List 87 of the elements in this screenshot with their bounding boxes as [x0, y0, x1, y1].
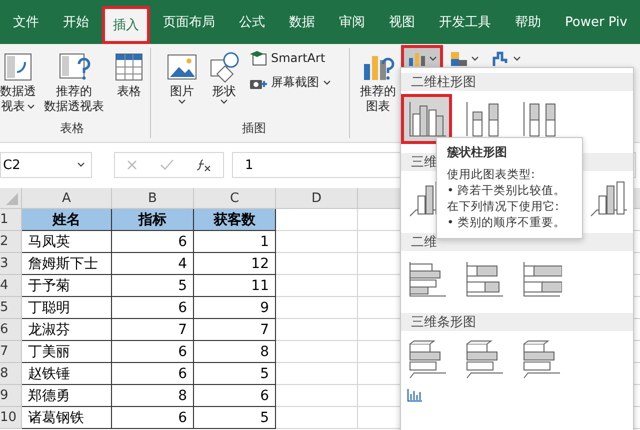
table-cell: 9: [194, 297, 276, 319]
ribbon-button[interactable]: 推荐的 图表: [360, 48, 396, 138]
more-charts-icon[interactable]: [407, 388, 423, 402]
section-header: 三维条形图: [401, 313, 633, 331]
table-cell: 6: [194, 385, 276, 407]
column-header[interactable]: A: [22, 188, 112, 209]
chart-option[interactable]: [404, 97, 449, 141]
ribbon-button[interactable]: 推荐的 数据透视表: [44, 48, 104, 120]
ribbon-button[interactable]: 形状: [207, 48, 241, 120]
ribbon-button[interactable]: 数据透 视表: [0, 48, 36, 120]
column-header[interactable]: C: [194, 188, 276, 209]
row-header[interactable]: 6: [0, 319, 22, 341]
row-header[interactable]: 2: [0, 231, 22, 253]
table-cell: 丁美丽: [22, 341, 112, 363]
table-cell: 诸葛钢铁: [22, 407, 112, 429]
table-cell: 6: [112, 407, 194, 429]
column-title: 获客数: [194, 209, 276, 231]
caret-icon: [220, 99, 228, 105]
table-cell: 龙淑芬: [22, 319, 112, 341]
function-icon[interactable]: [196, 158, 212, 172]
table-cell: 马凤英: [22, 231, 112, 253]
caret-icon: [323, 80, 331, 86]
table-cell: 12: [194, 253, 276, 275]
table-cell: 6: [112, 231, 194, 253]
ribbon-button[interactable]: 表格: [112, 48, 146, 120]
tooltip-text: • 类别的顺序不重要。: [447, 214, 566, 230]
ribbon-tab[interactable]: 开发工具: [428, 13, 502, 31]
table-cell: 6: [112, 363, 194, 385]
caret-icon: [178, 99, 186, 105]
ribbon-tab[interactable]: 视图: [378, 13, 426, 31]
row-header[interactable]: 8: [0, 363, 22, 385]
ribbon-button[interactable]: SmartArt: [249, 50, 331, 66]
row-header[interactable]: 7: [0, 341, 22, 363]
ribbon-tab[interactable]: 公式: [228, 13, 276, 31]
column-chart-icon: [407, 50, 427, 68]
row-header[interactable]: 5: [0, 297, 22, 319]
smartart-icon: [249, 50, 267, 66]
table-cell: 8: [112, 385, 194, 407]
row-header[interactable]: 10: [0, 407, 22, 429]
caret-icon: [27, 104, 35, 110]
column-header[interactable]: D: [276, 188, 358, 209]
section-header: 二维柱形图: [401, 73, 633, 91]
ribbon-tab[interactable]: 页面布局: [152, 13, 226, 31]
ribbon-tab[interactable]: 插入: [102, 6, 150, 44]
table-cell: 丁聪明: [22, 297, 112, 319]
table-cell: 4: [112, 253, 194, 275]
table-cell: 6: [112, 297, 194, 319]
caret-icon: [471, 56, 479, 62]
table-cell: 于予菊: [22, 275, 112, 297]
tooltip-text: • 跨若干类别比较值。: [447, 182, 566, 198]
column-title: 指标: [112, 209, 194, 231]
table-cell: 11: [194, 275, 276, 297]
table-cell: 7: [194, 319, 276, 341]
ribbon-tab[interactable]: 文件: [2, 13, 50, 31]
group-label: 插图: [241, 120, 267, 137]
corner-triangle-icon: [4, 191, 18, 205]
table-cell: 1: [194, 231, 276, 253]
row-header[interactable]: 1: [0, 209, 22, 231]
ribbon-tab[interactable]: 开始: [52, 13, 100, 31]
ribbon-tab[interactable]: 审阅: [328, 13, 376, 31]
caret-icon: [77, 162, 85, 168]
row-header[interactable]: 3: [0, 253, 22, 275]
table-cell: 赵铁锤: [22, 363, 112, 385]
table-cell: 5: [194, 407, 276, 429]
table-cell: 8: [194, 341, 276, 363]
table-cell: 5: [194, 363, 276, 385]
hierarchy-chart-icon: [449, 50, 469, 68]
ribbon-button[interactable]: 图片: [165, 48, 199, 120]
table-cell: 郑德勇: [22, 385, 112, 407]
ribbon-tab[interactable]: 数据: [278, 13, 326, 31]
tooltip-text: 在下列情况下使用它:: [447, 198, 560, 214]
column-header[interactable]: B: [112, 188, 194, 209]
name-box[interactable]: C2: [0, 152, 92, 178]
column-title: 姓名: [22, 209, 112, 231]
check-icon[interactable]: [160, 159, 174, 171]
table-cell: 詹姆斯下士: [22, 253, 112, 275]
group-label: 表格: [59, 120, 85, 137]
caret-icon: [513, 56, 521, 62]
caret-icon: [429, 56, 437, 62]
ribbon-button[interactable]: 屏幕截图: [249, 74, 331, 91]
row-header[interactable]: 4: [0, 275, 22, 297]
table-cell: 7: [112, 319, 194, 341]
ribbon-tab[interactable]: 帮助: [504, 13, 552, 31]
ribbon-tab[interactable]: Power Piv: [554, 14, 638, 30]
table-cell: 6: [112, 341, 194, 363]
table-cell: 5: [112, 275, 194, 297]
row-header[interactable]: 9: [0, 385, 22, 407]
